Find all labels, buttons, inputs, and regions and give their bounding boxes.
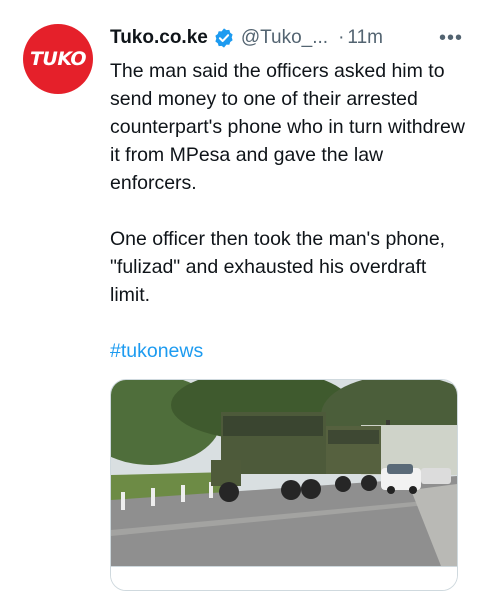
avatar-logo-text: TUKO	[29, 48, 87, 70]
card-footer	[111, 566, 457, 590]
avatar[interactable]: TUKO	[23, 24, 93, 94]
link-card-image[interactable]	[110, 379, 458, 591]
separator-dot: ·	[338, 27, 345, 48]
tweet-header: Tuko.co.ke @Tuko_... · 11m •••	[110, 24, 466, 52]
tweet-paragraph: The man said the officers asked him to s…	[110, 60, 465, 194]
tweet[interactable]: TUKO Tuko.co.ke @Tuko_... · 11m ••• The …	[0, 0, 480, 591]
news-photo-trucks	[111, 380, 457, 566]
timestamp[interactable]: 11m	[347, 27, 383, 49]
tweet-paragraph: One officer then took the man's phone, "…	[110, 228, 446, 306]
more-options-icon[interactable]: •••	[436, 24, 466, 52]
verified-badge-icon	[213, 27, 235, 49]
tweet-text: The man said the officers asked him to s…	[110, 57, 470, 365]
user-handle[interactable]: @Tuko_...	[241, 27, 328, 49]
display-name[interactable]: Tuko.co.ke	[110, 27, 208, 49]
hashtag-link[interactable]: #tukonews	[110, 340, 203, 362]
